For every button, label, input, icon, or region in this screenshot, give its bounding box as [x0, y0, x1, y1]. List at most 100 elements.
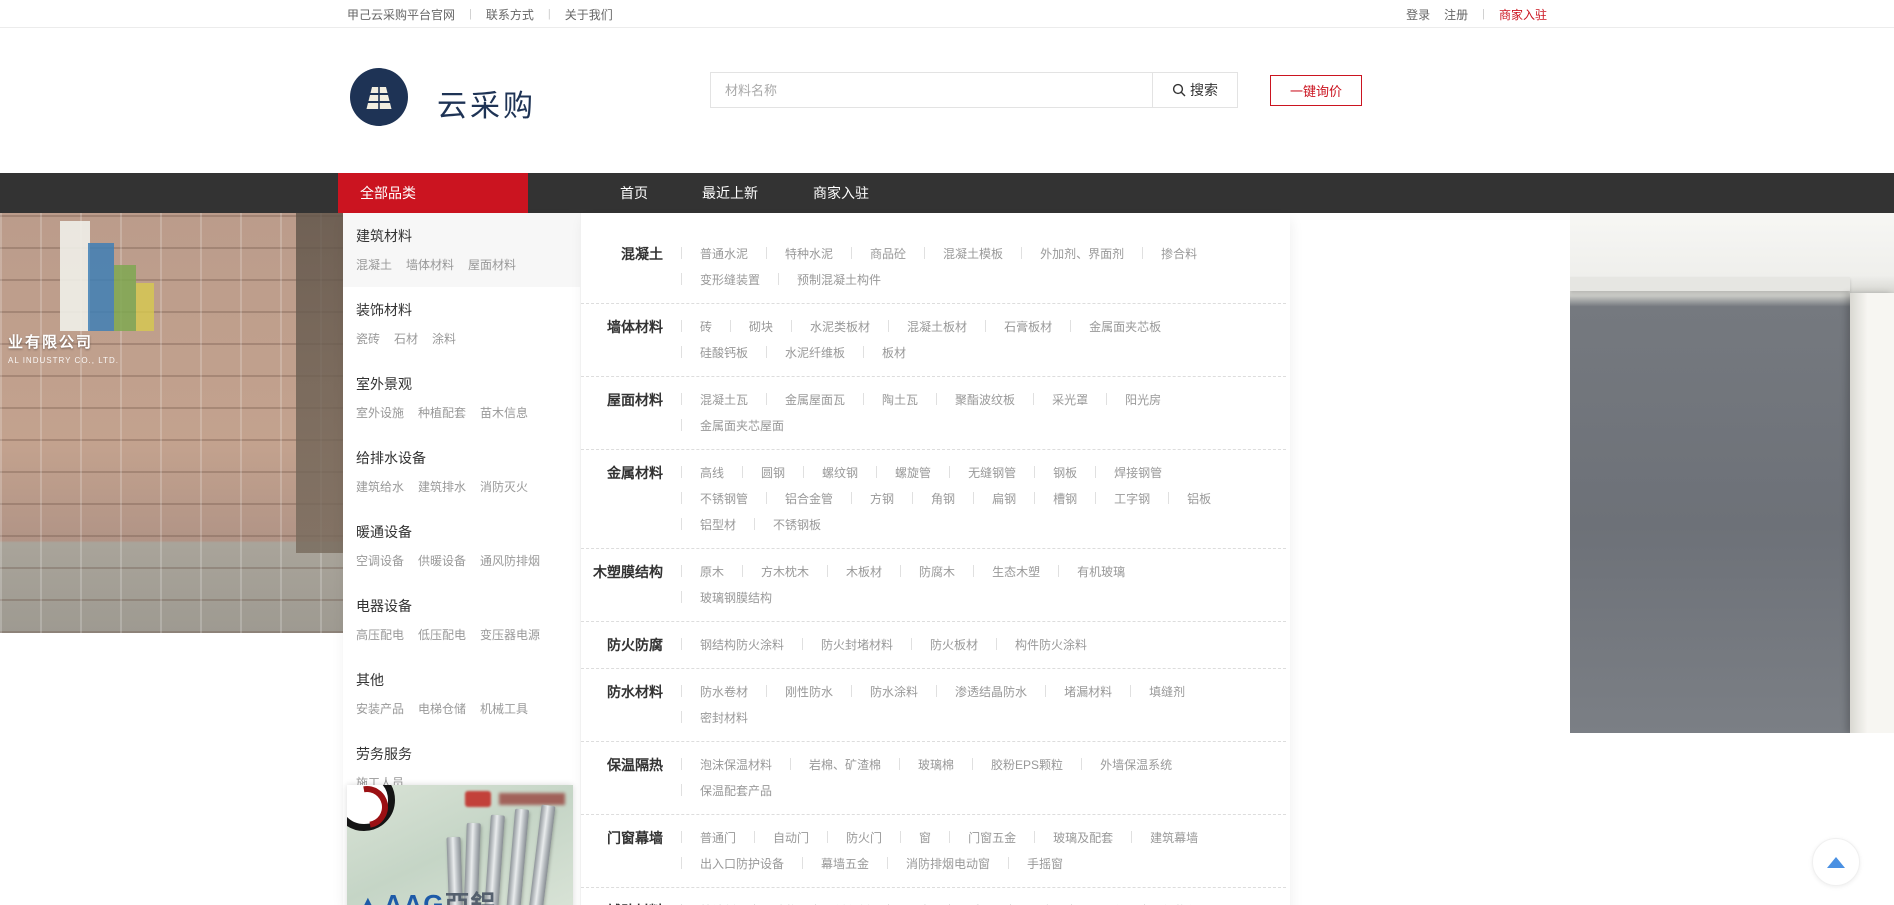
- mega-item-link[interactable]: 生态木塑: [992, 565, 1040, 579]
- sidebar-subcategory-link[interactable]: 混凝土: [356, 256, 392, 273]
- mega-item-link[interactable]: 铝板: [1187, 492, 1211, 506]
- mega-item-link[interactable]: 渗透结晶防水: [955, 685, 1027, 699]
- sidebar-subcategory-link[interactable]: 通风防排烟: [480, 552, 540, 569]
- mega-row-label[interactable]: 防水材料: [581, 679, 663, 731]
- mega-item-link[interactable]: 方木枕木: [761, 565, 809, 579]
- mega-item-link[interactable]: 防水涂料: [870, 685, 918, 699]
- mega-item-link[interactable]: 变形缝装置: [700, 273, 760, 287]
- sidebar-category-title[interactable]: 电器设备: [356, 596, 570, 616]
- search-button[interactable]: 搜索: [1152, 72, 1238, 108]
- mega-item-link[interactable]: 外加剂、界面剂: [1040, 247, 1124, 261]
- mega-item-link[interactable]: 原木: [700, 565, 724, 579]
- mega-item-link[interactable]: 砖: [700, 320, 712, 334]
- mega-item-link[interactable]: 防火封堵材料: [821, 638, 893, 652]
- mega-row-label[interactable]: 防火防腐: [581, 632, 663, 658]
- sidebar-subcategory-link[interactable]: 室外设施: [356, 404, 404, 421]
- mega-item-link[interactable]: 普通水泥: [700, 247, 748, 261]
- mega-item-link[interactable]: 刚性防水: [785, 685, 833, 699]
- mega-item-link[interactable]: 自动门: [773, 831, 809, 845]
- mega-item-link[interactable]: 木板材: [846, 565, 882, 579]
- mega-item-link[interactable]: 金属面夹芯板: [1089, 320, 1161, 334]
- sidebar-subcategory-link[interactable]: 涂料: [432, 330, 456, 347]
- mega-item-link[interactable]: 防水卷材: [700, 685, 748, 699]
- sidebar-subcategory-link[interactable]: 安装产品: [356, 700, 404, 717]
- all-categories-button[interactable]: 全部品类: [338, 173, 528, 213]
- mega-item-link[interactable]: 岩棉、矿渣棉: [809, 758, 881, 772]
- mega-item-link[interactable]: 水泥纤维板: [785, 346, 845, 360]
- sidebar-subcategory-link[interactable]: 屋面材料: [468, 256, 516, 273]
- mega-item-link[interactable]: 阳光房: [1125, 393, 1161, 407]
- mega-item-link[interactable]: 螺旋管: [895, 466, 931, 480]
- mega-row-label[interactable]: 屋面材料: [581, 387, 663, 439]
- mega-item-link[interactable]: 混凝土模板: [943, 247, 1003, 261]
- mega-item-link[interactable]: 扁钢: [992, 492, 1016, 506]
- mega-item-link[interactable]: 构件防火涂料: [1015, 638, 1087, 652]
- mega-item-link[interactable]: 板材: [882, 346, 906, 360]
- mega-item-link[interactable]: 泡沫保温材料: [700, 758, 772, 772]
- mega-item-link[interactable]: 螺纹钢: [822, 466, 858, 480]
- sidebar-subcategory-link[interactable]: 供暖设备: [418, 552, 466, 569]
- brand-logo-icon[interactable]: [350, 68, 408, 126]
- mega-item-link[interactable]: 防腐木: [919, 565, 955, 579]
- mega-item-link[interactable]: 掺合料: [1161, 247, 1197, 261]
- nav-item-new-arrivals[interactable]: 最近上新: [702, 173, 758, 213]
- mega-item-link[interactable]: 玻璃棉: [918, 758, 954, 772]
- mega-item-link[interactable]: 水泥类板材: [810, 320, 870, 334]
- scroll-to-top-button[interactable]: [1812, 838, 1860, 886]
- mega-item-link[interactable]: 玻璃及配套: [1053, 831, 1113, 845]
- sidebar-category-title[interactable]: 给排水设备: [356, 448, 570, 468]
- sidebar-subcategory-link[interactable]: 建筑给水: [356, 478, 404, 495]
- mega-item-link[interactable]: 堵漏材料: [1064, 685, 1112, 699]
- mega-row-label[interactable]: 门窗幕墙: [581, 825, 663, 877]
- topbar-link-official-site[interactable]: 甲己云采购平台官网: [347, 6, 455, 23]
- mega-item-link[interactable]: 出入口防护设备: [700, 857, 784, 871]
- sidebar-subcategory-link[interactable]: 苗木信息: [480, 404, 528, 421]
- mega-item-link[interactable]: 防火门: [846, 831, 882, 845]
- mega-item-link[interactable]: 玻璃钢膜结构: [700, 591, 772, 605]
- sidebar-subcategory-link[interactable]: 建筑排水: [418, 478, 466, 495]
- mega-item-link[interactable]: 工字钢: [1114, 492, 1150, 506]
- topbar-link-about[interactable]: 关于我们: [565, 6, 613, 23]
- sidebar-subcategory-link[interactable]: 石材: [394, 330, 418, 347]
- merchant-join-link[interactable]: 商家入驻: [1499, 6, 1547, 23]
- mega-item-link[interactable]: 钢板: [1053, 466, 1077, 480]
- mega-item-link[interactable]: 钢结构防火涂料: [700, 638, 784, 652]
- mega-item-link[interactable]: 密封材料: [700, 711, 748, 725]
- sidebar-category-title[interactable]: 建筑材料: [356, 226, 570, 246]
- mega-item-link[interactable]: 填缝剂: [1149, 685, 1185, 699]
- aag-aluminum-ad-image[interactable]: ▲AAG亞鋁: [347, 785, 573, 905]
- mega-item-link[interactable]: 硅酸钙板: [700, 346, 748, 360]
- mega-item-link[interactable]: 门窗五金: [968, 831, 1016, 845]
- sidebar-subcategory-link[interactable]: 瓷砖: [356, 330, 380, 347]
- mega-item-link[interactable]: 圆钢: [761, 466, 785, 480]
- mega-item-link[interactable]: 混凝土板材: [907, 320, 967, 334]
- sidebar-subcategory-link[interactable]: 消防灭火: [480, 478, 528, 495]
- sidebar-subcategory-link[interactable]: 种植配套: [418, 404, 466, 421]
- mega-item-link[interactable]: 方钢: [870, 492, 894, 506]
- mega-item-link[interactable]: 高线: [700, 466, 724, 480]
- banner-photo-right-building[interactable]: [1570, 213, 1894, 733]
- mega-item-link[interactable]: 普通门: [700, 831, 736, 845]
- mega-item-link[interactable]: 金属面夹芯屋面: [700, 419, 784, 433]
- mega-item-link[interactable]: 砌块: [749, 320, 773, 334]
- mega-item-link[interactable]: 消防排烟电动窗: [906, 857, 990, 871]
- mega-item-link[interactable]: 聚酯波纹板: [955, 393, 1015, 407]
- mega-item-link[interactable]: 铝型材: [700, 518, 736, 532]
- mega-item-link[interactable]: 建筑幕墙: [1150, 831, 1198, 845]
- mega-item-link[interactable]: 槽钢: [1053, 492, 1077, 506]
- mega-item-link[interactable]: 防火板材: [930, 638, 978, 652]
- mega-item-link[interactable]: 铝合金管: [785, 492, 833, 506]
- sidebar-category-title[interactable]: 劳务服务: [356, 744, 570, 764]
- mega-item-link[interactable]: 保温配套产品: [700, 784, 772, 798]
- search-input[interactable]: [710, 72, 1152, 108]
- sidebar-subcategory-link[interactable]: 空调设备: [356, 552, 404, 569]
- mega-item-link[interactable]: 幕墙五金: [821, 857, 869, 871]
- mega-item-link[interactable]: 焊接钢管: [1114, 466, 1162, 480]
- topbar-link-contact[interactable]: 联系方式: [486, 6, 534, 23]
- mega-row-label[interactable]: 木塑膜结构: [581, 559, 663, 611]
- sidebar-subcategory-link[interactable]: 电梯仓储: [418, 700, 466, 717]
- sidebar-category-title[interactable]: 暖通设备: [356, 522, 570, 542]
- mega-item-link[interactable]: 外墙保温系统: [1100, 758, 1172, 772]
- sidebar-subcategory-link[interactable]: 高压配电: [356, 626, 404, 643]
- nav-item-merchant-join[interactable]: 商家入驻: [813, 173, 869, 213]
